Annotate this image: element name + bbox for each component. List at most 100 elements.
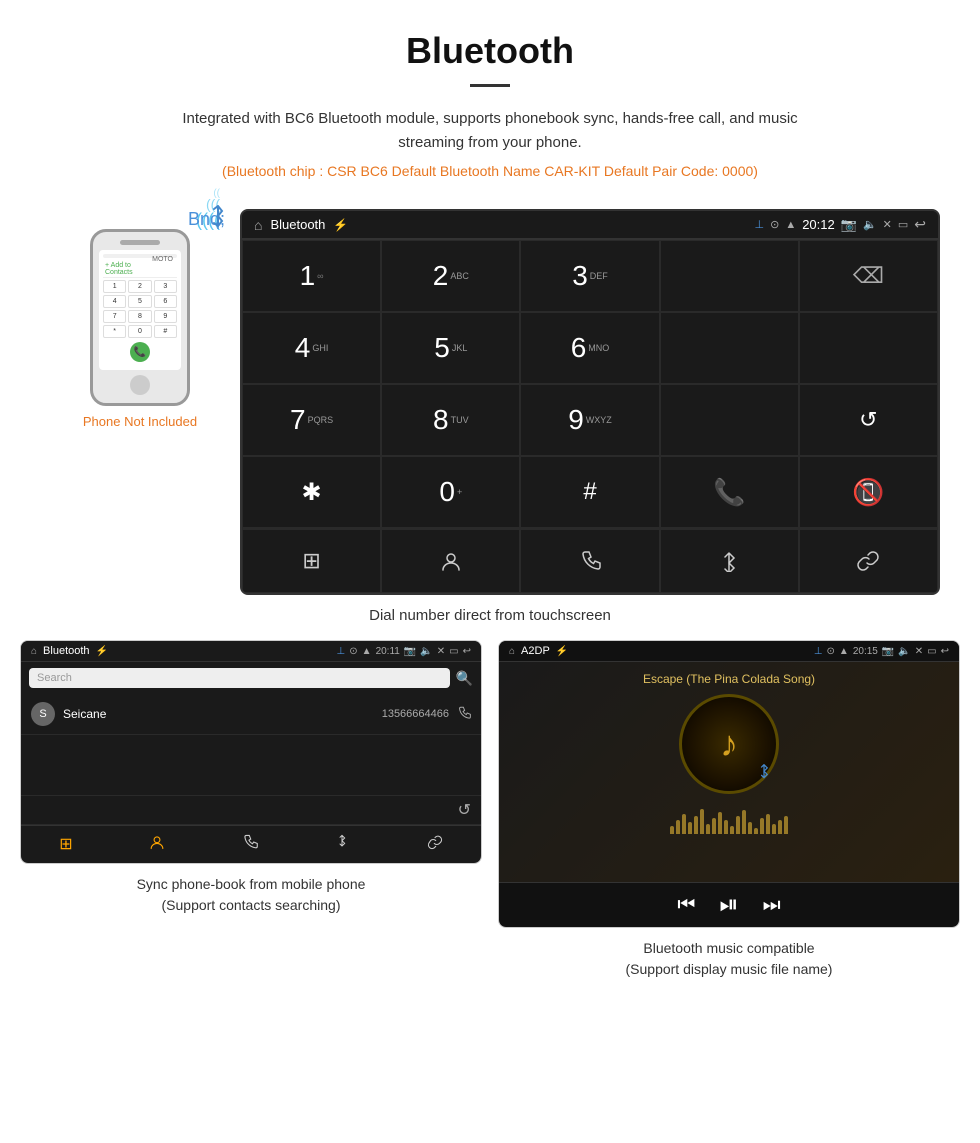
music-song-title: Escape (The Pina Colada Song): [643, 672, 815, 686]
status-left: ⌂ Bluetooth ⚡: [254, 217, 348, 233]
pb-search-box[interactable]: Search: [29, 668, 450, 688]
pb-signal-icon: ▲: [362, 646, 372, 657]
dial-empty-3: [799, 312, 938, 384]
dial-key-0[interactable]: 0+: [381, 456, 520, 528]
music-win-icon: ▭: [927, 646, 936, 657]
phone-call-button[interactable]: 📞: [130, 342, 150, 362]
phone-home-button[interactable]: [130, 375, 150, 395]
dial-screen: ⌂ Bluetooth ⚡ ⊥ ⊙ ▲ 20:12 📷 🔈 ✕ ▭ ↩: [240, 209, 940, 595]
pb-bottom-bar: ⊞: [21, 825, 481, 863]
pb-win-icon: ▭: [449, 646, 458, 657]
music-controls: ⏮ ⏯ ⏭: [499, 882, 959, 927]
pb-refresh-row: ↺: [21, 795, 481, 825]
pb-bottom-call-icon[interactable]: [242, 834, 258, 855]
phone-body: MOTO + Add to Contacts 123 456 789 *0# 📞: [90, 229, 190, 406]
music-home-icon: ⌂: [509, 646, 515, 657]
music-bt-icon: ⊥: [814, 646, 823, 657]
phone-dialpad: 123 456 789 *0#: [103, 280, 177, 338]
music-caption: Bluetooth music compatible (Support disp…: [626, 938, 833, 980]
music-note-icon: ♪: [720, 723, 738, 765]
pb-bottom-person-icon[interactable]: [149, 834, 165, 855]
bottom-icon-bluetooth[interactable]: [660, 529, 799, 593]
next-track-button[interactable]: ⏭: [763, 894, 781, 917]
specs-text: (Bluetooth chip : CSR BC6 Default Blueto…: [40, 163, 940, 179]
pb-back-icon: ↩: [463, 646, 471, 657]
pb-time: 20:11: [376, 646, 400, 657]
dial-key-hash[interactable]: #: [520, 456, 659, 528]
dial-key-7[interactable]: 7PQRS: [242, 384, 381, 456]
music-back-icon: ↩: [941, 646, 949, 657]
dial-call-green[interactable]: 📞: [660, 456, 799, 528]
pb-contact-avatar: S: [31, 702, 55, 726]
dial-empty-1: [660, 240, 799, 312]
pb-loc-icon: ⊙: [349, 646, 357, 657]
dial-screen-title: Bluetooth: [270, 217, 325, 232]
x-icon: ✕: [883, 218, 892, 231]
music-main: Escape (The Pina Colada Song) ♪: [499, 662, 959, 882]
pb-search-row: Search 🔍: [21, 662, 481, 694]
dial-backspace[interactable]: ⌫: [799, 240, 938, 312]
pb-refresh-icon[interactable]: ↺: [458, 800, 471, 820]
pb-camera-icon: 📷: [404, 646, 416, 657]
pb-statusbar: ⌂ Bluetooth ⚡ ⊥ ⊙ ▲ 20:11 📷 🔈 ✕ ▭ ↩: [21, 641, 481, 662]
dial-key-3[interactable]: 3DEF: [520, 240, 659, 312]
location-icon: ⊙: [770, 218, 779, 231]
page-title: Bluetooth: [40, 30, 940, 72]
bottom-icon-contacts[interactable]: [381, 529, 520, 593]
header-section: Bluetooth Integrated with BC6 Bluetooth …: [0, 0, 980, 199]
phonebook-caption: Sync phone-book from mobile phone (Suppo…: [137, 874, 366, 916]
play-pause-button[interactable]: ⏯: [719, 891, 738, 919]
dial-key-8[interactable]: 8TUV: [381, 384, 520, 456]
dial-caption: Dial number direct from touchscreen: [0, 595, 980, 640]
description-text: Integrated with BC6 Bluetooth module, su…: [150, 107, 830, 155]
music-camera-icon: 📷: [882, 646, 894, 657]
bottom-icon-grid[interactable]: ⊞: [242, 529, 381, 593]
dial-key-star[interactable]: ✱: [242, 456, 381, 528]
pb-contact-row: S Seicane 13566664466: [21, 694, 481, 735]
dialpad-grid: 1∞ 2ABC 3DEF ⌫ 4GHI 5JKL 6MNO 7PQRS 8TUV…: [242, 239, 938, 528]
pb-call-icon[interactable]: [457, 706, 471, 723]
music-title: A2DP: [521, 645, 550, 657]
dial-key-6[interactable]: 6MNO: [520, 312, 659, 384]
music-screen: ⌂ A2DP ⚡ ⊥ ⊙ ▲ 20:15 📷 🔈 ✕ ▭ ↩: [499, 641, 959, 927]
pb-search-icon[interactable]: 🔍: [456, 670, 473, 687]
phone-screen: MOTO + Add to Contacts 123 456 789 *0# 📞: [99, 250, 181, 370]
status-right: ⊥ ⊙ ▲ 20:12 📷 🔈 ✕ ▭ ↩: [755, 216, 927, 233]
window-icon: ▭: [898, 218, 908, 231]
music-time: 20:15: [853, 646, 878, 657]
music-statusbar: ⌂ A2DP ⚡ ⊥ ⊙ ▲ 20:15 📷 🔈 ✕ ▭ ↩: [499, 641, 959, 662]
music-vol-icon: 🔈: [898, 646, 910, 657]
dial-key-1[interactable]: 1∞: [242, 240, 381, 312]
dial-refresh[interactable]: ↺: [799, 384, 938, 456]
music-bt-badge: [757, 763, 771, 786]
phone-graphic: (( ((( (((( Bnq; MOTO: [80, 229, 200, 406]
bottom-icon-link[interactable]: [799, 529, 938, 593]
dial-key-4[interactable]: 4GHI: [242, 312, 381, 384]
volume-icon: 🔈: [863, 218, 877, 231]
bottom-icon-phone[interactable]: [520, 529, 659, 593]
prev-track-button[interactable]: ⏮: [677, 894, 695, 917]
dial-call-red[interactable]: 📵: [799, 456, 938, 528]
dial-key-2[interactable]: 2ABC: [381, 240, 520, 312]
back-icon: ↩: [914, 216, 926, 233]
phonebook-screenshot: ⌂ Bluetooth ⚡ ⊥ ⊙ ▲ 20:11 📷 🔈 ✕ ▭ ↩: [20, 640, 482, 864]
pb-title: Bluetooth: [43, 645, 89, 657]
dial-key-9[interactable]: 9WXYZ: [520, 384, 659, 456]
music-loc-icon: ⊙: [827, 646, 835, 657]
dial-statusbar: ⌂ Bluetooth ⚡ ⊥ ⊙ ▲ 20:12 📷 🔈 ✕ ▭ ↩: [242, 211, 938, 239]
pb-contact-number: 13566664466: [382, 708, 449, 720]
home-icon: ⌂: [254, 217, 262, 233]
music-signal-icon: ▲: [839, 646, 849, 657]
pb-empty-space: [21, 735, 481, 795]
signal-icon: ▲: [785, 219, 796, 231]
pb-bottom-link-icon[interactable]: [427, 834, 443, 855]
pb-vol-icon: 🔈: [420, 646, 432, 657]
phone-container: (( ((( (((( Bnq; MOTO: [40, 209, 240, 429]
pb-bottom-grid-icon[interactable]: ⊞: [59, 834, 72, 855]
phonebook-screen: ⌂ Bluetooth ⚡ ⊥ ⊙ ▲ 20:11 📷 🔈 ✕ ▭ ↩: [21, 641, 481, 863]
camera-icon: 📷: [841, 217, 857, 233]
pb-home-icon: ⌂: [31, 646, 37, 657]
dial-key-5[interactable]: 5JKL: [381, 312, 520, 384]
pb-contact-name: Seicane: [63, 707, 382, 721]
pb-bottom-bt-icon[interactable]: [334, 834, 350, 855]
